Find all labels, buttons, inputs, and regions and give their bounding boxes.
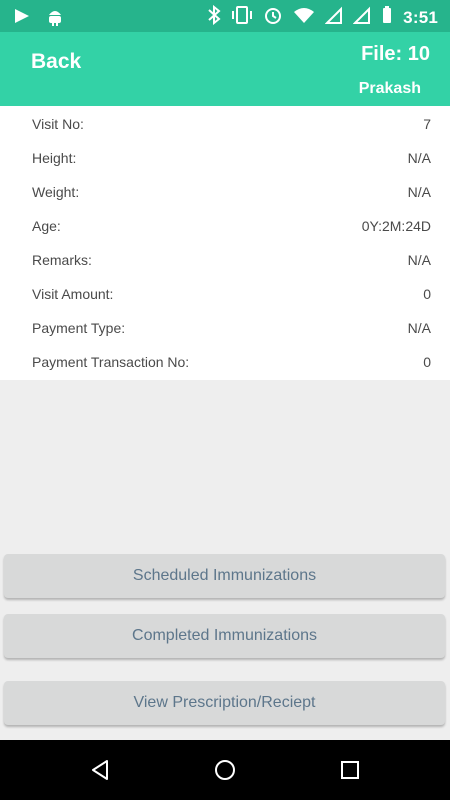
signal-icon <box>324 5 343 30</box>
home-circle-icon[interactable] <box>213 758 237 782</box>
detail-row-weight: Weight: N/A <box>0 174 450 208</box>
detail-row-payment-type: Payment Type: N/A <box>0 310 450 344</box>
bluetooth-icon <box>207 4 221 30</box>
detail-row-visit-amount: Visit Amount: 0 <box>0 276 450 310</box>
detail-label: Height: <box>32 150 77 166</box>
detail-row-age: Age: 0Y:2M:24D <box>0 208 450 242</box>
patient-name: Prakash <box>358 80 421 97</box>
detail-label: Visit No: <box>32 116 84 132</box>
detail-label: Payment Type: <box>32 320 126 336</box>
navigation-bar <box>0 740 450 800</box>
overview-square-icon[interactable] <box>338 758 362 782</box>
signal-icon-2 <box>352 5 371 30</box>
status-time: 3:51 <box>403 7 438 27</box>
visit-details-card: Visit No: 7 Height: N/A Weight: N/A Age:… <box>0 106 450 380</box>
detail-value: N/A <box>407 150 431 166</box>
notification-icon <box>12 6 32 31</box>
alarm-icon <box>263 5 283 30</box>
detail-label: Payment Transaction No: <box>32 354 190 370</box>
detail-row-remarks: Remarks: N/A <box>0 242 450 276</box>
detail-row-transaction-no: Payment Transaction No: 0 <box>0 344 450 378</box>
completed-immunizations-button[interactable]: Completed Immunizations <box>4 614 445 658</box>
detail-label: Remarks: <box>32 252 92 268</box>
detail-label: Weight: <box>32 184 80 200</box>
detail-value: N/A <box>407 320 431 336</box>
android-icon <box>46 6 64 31</box>
battery-icon <box>381 5 393 30</box>
detail-value: 0 <box>423 354 431 370</box>
back-triangle-icon[interactable] <box>88 758 112 782</box>
detail-label: Age: <box>32 218 61 234</box>
detail-value: 0Y:2M:24D <box>361 218 431 234</box>
status-left-icons <box>12 6 64 31</box>
detail-value: 7 <box>423 116 431 132</box>
detail-value: N/A <box>407 184 431 200</box>
detail-row-height: Height: N/A <box>0 140 450 174</box>
scheduled-immunizations-button[interactable]: Scheduled Immunizations <box>4 554 445 598</box>
view-prescription-button[interactable]: View Prescription/Reciept <box>4 681 445 725</box>
file-number: File: 10 <box>361 43 430 65</box>
detail-value: N/A <box>407 252 431 268</box>
status-right-icons: 3:51 <box>207 4 438 30</box>
vibrate-icon <box>231 5 253 30</box>
detail-label: Visit Amount: <box>32 286 114 302</box>
app-bar: Back File: 10 Prakash <box>0 32 450 106</box>
back-button[interactable]: Back <box>31 50 81 74</box>
detail-row-visit-no: Visit No: 7 <box>0 106 450 140</box>
status-bar: 3:51 <box>0 0 450 32</box>
wifi-icon <box>293 5 315 30</box>
detail-value: 0 <box>423 286 431 302</box>
